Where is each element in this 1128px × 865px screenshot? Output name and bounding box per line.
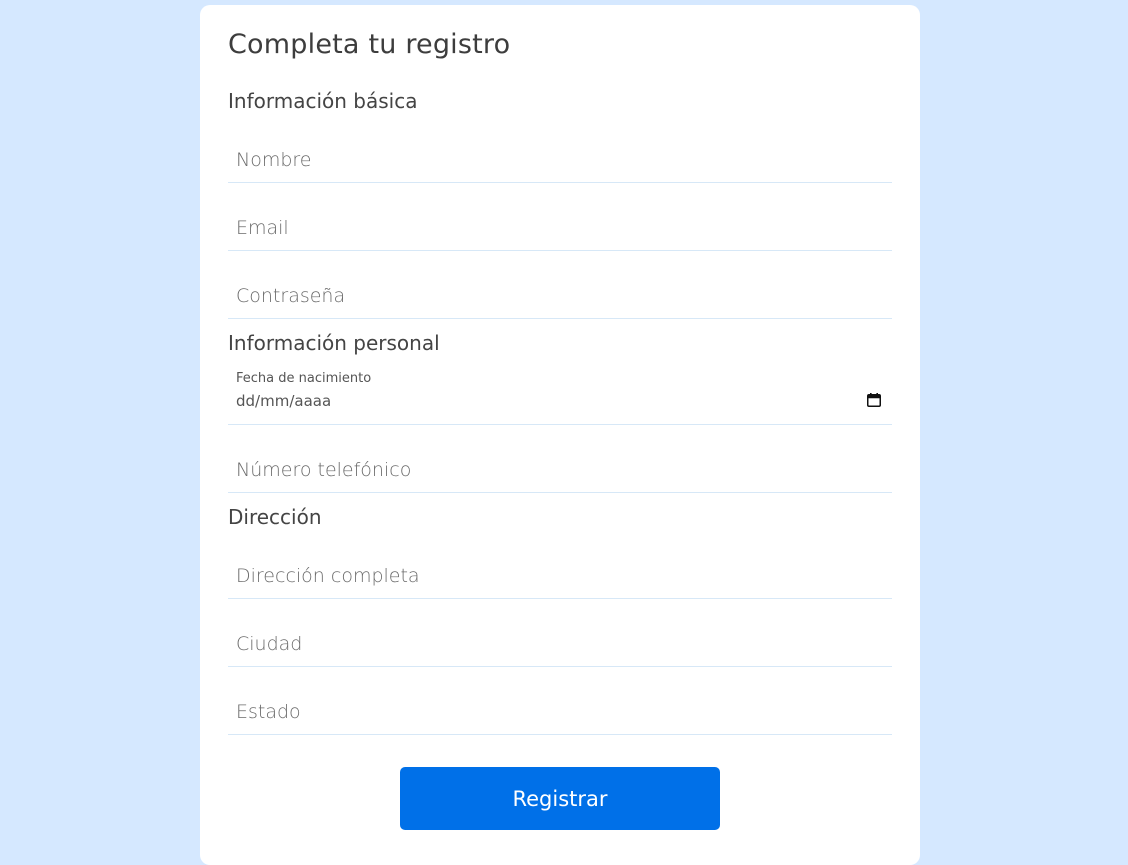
section-heading-basic-info: Información básica <box>228 89 418 113</box>
section-heading-address: Dirección <box>228 505 322 529</box>
state-field <box>228 689 892 735</box>
registration-card: Completa tu registro Información básica … <box>200 5 920 865</box>
phone-field <box>228 447 892 493</box>
city-input[interactable] <box>228 621 892 666</box>
name-field <box>228 137 892 183</box>
email-input[interactable] <box>228 205 892 250</box>
full-address-field <box>228 553 892 599</box>
birthdate-input[interactable]: dd/mm/aaaa <box>236 392 331 410</box>
form-title: Completa tu registro <box>228 29 511 60</box>
name-input[interactable] <box>228 137 892 182</box>
city-field <box>228 621 892 667</box>
calendar-icon[interactable] <box>867 393 881 407</box>
email-field <box>228 205 892 251</box>
full-address-input[interactable] <box>228 553 892 598</box>
register-button[interactable]: Registrar <box>400 767 720 830</box>
section-heading-personal-info: Información personal <box>228 331 440 355</box>
password-field <box>228 273 892 319</box>
password-input[interactable] <box>228 273 892 318</box>
birthdate-field[interactable]: Fecha de nacimiento dd/mm/aaaa <box>228 367 892 425</box>
state-input[interactable] <box>228 689 892 734</box>
phone-input[interactable] <box>228 447 892 492</box>
birthdate-label: Fecha de nacimiento <box>236 371 372 386</box>
